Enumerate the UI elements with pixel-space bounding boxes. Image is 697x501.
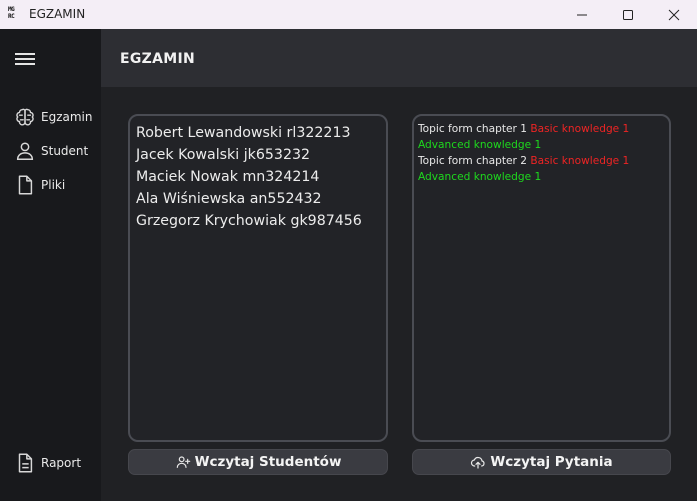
- question-advanced: Advanced knowledge 1: [418, 139, 542, 151]
- question-basic: Basic knowledge 1: [530, 155, 630, 167]
- load-questions-label: Wczytaj Pytania: [490, 454, 613, 470]
- question-line: Advanced knowledge 1: [418, 169, 665, 185]
- question-line: Topic form chapter 1 Basic knowledge 1: [418, 121, 665, 137]
- window-title: EGZAMIN: [29, 7, 86, 21]
- load-students-label: Wczytaj Studentów: [194, 454, 342, 470]
- menu-icon[interactable]: [15, 53, 37, 67]
- question-advanced: Advanced knowledge 1: [418, 171, 542, 183]
- question-topic: Topic form chapter 2: [418, 155, 527, 167]
- maximize-button[interactable]: [605, 0, 651, 29]
- sidebar-item-label: Egzamin: [41, 110, 93, 124]
- student-line: Jacek Kowalski jk653232: [136, 147, 311, 163]
- page-header: EGZAMIN: [101, 29, 697, 87]
- sidebar-item-label: Pliki: [41, 178, 66, 192]
- person-icon: [16, 142, 34, 160]
- main-content: Robert Lewandowski rl322213 Jacek Kowals…: [101, 87, 697, 501]
- student-line: Grzegorz Krychowiak gk987456: [136, 213, 362, 229]
- load-students-button[interactable]: Wczytaj Studentów: [128, 449, 388, 475]
- page-title: EGZAMIN: [120, 51, 195, 67]
- minimize-icon: [577, 14, 587, 15]
- sidebar-item-egzamin[interactable]: Egzamin: [14, 105, 92, 129]
- question-topic: Topic form chapter 1: [418, 123, 527, 135]
- title-bar: MG RC EGZAMIN: [0, 0, 697, 29]
- sidebar-item-label: Raport: [41, 456, 82, 470]
- load-questions-button[interactable]: Wczytaj Pytania: [412, 449, 671, 475]
- sidebar-item-pliki[interactable]: Pliki: [14, 173, 65, 197]
- close-icon: [668, 9, 680, 20]
- questions-textbox[interactable]: Topic form chapter 1 Basic knowledge 1 A…: [412, 114, 671, 442]
- add-user-icon: [176, 456, 190, 468]
- question-line: Advanced knowledge 1: [418, 137, 665, 153]
- student-line: Maciek Nowak mn324214: [136, 169, 320, 185]
- students-textbox[interactable]: Robert Lewandowski rl322213 Jacek Kowals…: [128, 114, 388, 442]
- maximize-icon: [623, 9, 633, 20]
- file-icon: [18, 175, 33, 195]
- document-icon: [18, 453, 33, 473]
- sidebar: Egzamin Student Pliki Raport: [0, 29, 101, 501]
- student-line: Ala Wiśniewska an552432: [136, 191, 322, 207]
- question-basic: Basic knowledge 1: [530, 123, 630, 135]
- sidebar-item-student[interactable]: Student: [14, 139, 88, 163]
- close-button[interactable]: [651, 0, 697, 29]
- minimize-button[interactable]: [559, 0, 605, 29]
- student-line: Robert Lewandowski rl322213: [136, 125, 351, 141]
- cloud-upload-icon: [471, 456, 485, 469]
- sidebar-item-label: Student: [41, 144, 89, 158]
- sidebar-item-raport[interactable]: Raport: [14, 451, 81, 475]
- brain-icon: [16, 108, 34, 126]
- question-line: Topic form chapter 2 Basic knowledge 1: [418, 153, 665, 169]
- app-logo: MG RC: [8, 6, 15, 20]
